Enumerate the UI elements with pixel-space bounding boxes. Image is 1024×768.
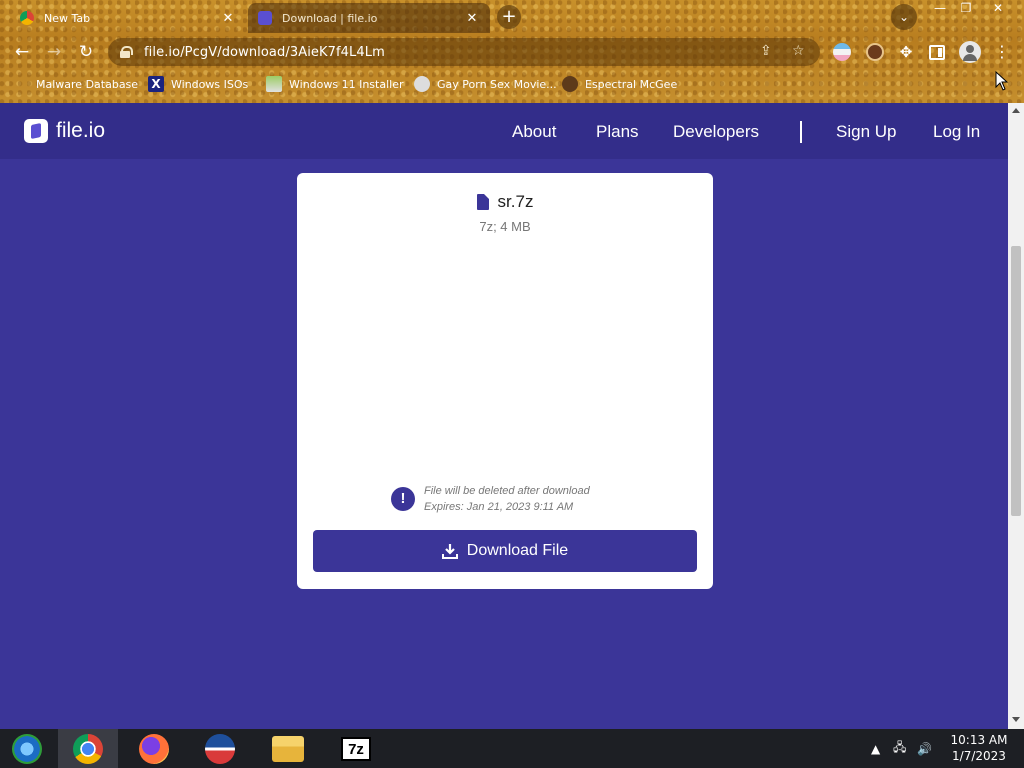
scroll-thumb[interactable] — [1011, 246, 1021, 516]
bookmark-star-icon[interactable]: ☆ — [792, 43, 805, 59]
tab-new-tab[interactable]: New Tab ✕ — [10, 3, 246, 33]
taskbar-obama-app[interactable] — [190, 729, 250, 768]
tab-strip: New Tab ✕ Download | file.io ✕ + ⌄ — ❐ ✕ — [0, 0, 1024, 34]
browser-chrome: New Tab ✕ Download | file.io ✕ + ⌄ — ❐ ✕… — [0, 0, 1024, 103]
share-icon[interactable]: ⇪ — [760, 43, 772, 59]
lock-icon[interactable] — [120, 46, 133, 58]
face-icon — [562, 76, 578, 92]
bookmark-windows-11-installer[interactable]: Windows 11 Installer — [266, 75, 404, 93]
logo-text: file.io — [56, 119, 106, 142]
chrome-icon — [73, 733, 103, 764]
network-icon[interactable]: 🖧 — [893, 729, 906, 768]
bookmark-label: Espectral McGee — [585, 77, 678, 91]
taskbar-firefox[interactable] — [124, 729, 184, 768]
main-content: sr.7z 7z; 4 MB ! File will be deleted af… — [0, 159, 1008, 729]
bookmark-label: Gay Porn Sex Movie... — [437, 77, 557, 91]
close-tab-icon[interactable]: ✕ — [464, 11, 480, 26]
scroll-up-icon[interactable] — [1012, 108, 1020, 113]
download-card: sr.7z 7z; 4 MB ! File will be deleted af… — [297, 173, 713, 589]
url-text[interactable]: file.io/PcgV/download/3AieK7f4L4Lm — [144, 45, 385, 60]
nav-about[interactable]: About — [512, 122, 556, 142]
address-bar[interactable]: file.io/PcgV/download/3AieK7f4L4Lm ⇪ ☆ — [108, 38, 820, 66]
bookmark-windows-isos[interactable]: X Windows ISOs — [148, 75, 248, 93]
fileio-tab-icon — [258, 11, 272, 25]
download-icon — [441, 544, 458, 559]
taskbar-clock[interactable]: 10:13 AM 1/7/2023 — [944, 732, 1014, 764]
bookmark-label: Malware Database — [36, 77, 139, 91]
fileio-logo[interactable]: file.io — [24, 119, 105, 143]
tab-label: Download | file.io — [282, 11, 378, 25]
new-tab-button[interactable]: + — [497, 5, 521, 29]
7zip-icon: 7z — [341, 736, 371, 761]
nav-divider — [800, 121, 802, 143]
info-icon: ! — [391, 487, 415, 511]
close-window-button[interactable]: ✕ — [984, 0, 1012, 18]
profile-avatar-icon[interactable] — [959, 41, 981, 63]
reload-icon[interactable]: ↻ — [74, 40, 98, 64]
file-icon — [476, 194, 489, 210]
notice-text: File will be deleted after download Expi… — [424, 483, 590, 515]
file-explorer-icon — [272, 735, 304, 762]
nav-plans[interactable]: Plans — [596, 122, 639, 142]
download-file-button[interactable]: Download File — [313, 530, 697, 572]
mouse-cursor-icon — [995, 71, 1009, 91]
page-scrollbar[interactable] — [1008, 103, 1024, 729]
close-tab-icon[interactable]: ✕ — [220, 11, 236, 26]
tab-search-button[interactable]: ⌄ — [891, 4, 917, 30]
image-icon — [266, 76, 282, 92]
taskbar-file-explorer[interactable] — [258, 729, 318, 768]
x-icon: X — [148, 76, 164, 92]
taskbar-7zip[interactable]: 7z — [326, 729, 386, 768]
file-meta: 7z; 4 MB — [479, 219, 531, 234]
extension-flag-icon[interactable] — [833, 43, 851, 61]
delete-notice: File will be deleted after download — [424, 485, 590, 497]
download-button-label: Download File — [466, 542, 569, 559]
nav-developers[interactable]: Developers — [673, 122, 759, 142]
site-icon — [414, 76, 430, 92]
chrome-tab-icon — [20, 11, 34, 25]
tray-overflow-icon[interactable]: ▲ — [871, 729, 880, 768]
obama-logo-icon — [205, 733, 235, 764]
forward-icon[interactable]: → — [42, 40, 66, 64]
windows-taskbar: 7z ▲ 🖧 🔊 10:13 AM 1/7/2023 — [0, 729, 1024, 768]
bookmark-espectral-mcgee[interactable]: Espectral McGee — [562, 75, 677, 93]
bookmark-label: Windows ISOs — [171, 77, 249, 91]
clock-date: 1/7/2023 — [952, 749, 1006, 763]
minimize-button[interactable]: — — [926, 0, 954, 18]
firefox-icon — [139, 733, 169, 764]
file-title-row: sr.7z — [297, 192, 713, 212]
fileio-logo-icon — [24, 119, 48, 143]
volume-icon[interactable]: 🔊 — [917, 729, 932, 768]
bookmark-site-4[interactable]: Gay Porn Sex Movie... — [414, 75, 557, 93]
side-panel-icon[interactable] — [929, 45, 945, 60]
bookmark-label: Windows 11 Installer — [289, 77, 404, 91]
file-name: sr.7z — [497, 192, 534, 211]
scroll-down-icon[interactable] — [1012, 717, 1020, 722]
browser-menu-icon[interactable]: ⋮ — [994, 41, 1010, 63]
extensions-puzzle-icon[interactable]: ✥ — [897, 43, 915, 61]
back-icon[interactable]: ← — [10, 40, 34, 64]
taskbar-chrome[interactable] — [58, 729, 118, 768]
nav-log-in[interactable]: Log In — [933, 122, 980, 142]
taskbar-media-center[interactable] — [0, 729, 54, 768]
tab-label: New Tab — [44, 11, 91, 25]
nav-sign-up[interactable]: Sign Up — [836, 122, 896, 142]
expires-notice: Expires: Jan 21, 2023 9:11 AM — [424, 501, 574, 513]
expiry-notice: ! File will be deleted after download Ex… — [391, 483, 590, 515]
maximize-button[interactable]: ❐ — [952, 0, 980, 18]
media-center-icon — [12, 733, 42, 764]
clock-time: 10:13 AM — [950, 733, 1008, 747]
bookmark-malware-database[interactable]: Malware Database — [36, 75, 138, 93]
tab-download-fileio[interactable]: Download | file.io ✕ — [248, 3, 490, 33]
bookmarks-bar: Malware Database X Windows ISOs Windows … — [0, 72, 1024, 96]
site-header: file.io About Plans Developers Sign Up L… — [0, 103, 1008, 159]
extension-avatar-icon[interactable] — [866, 43, 884, 61]
